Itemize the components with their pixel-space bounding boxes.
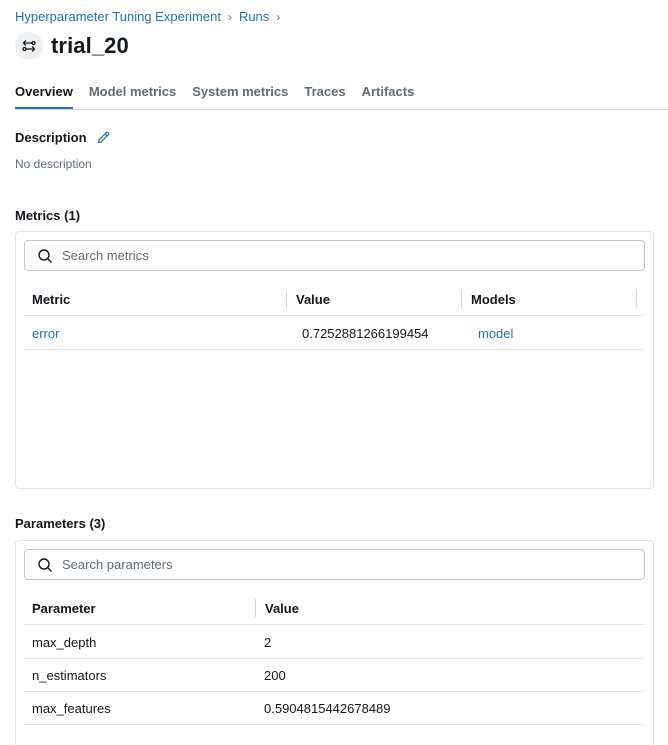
breadcrumb-experiment-link[interactable]: Hyperparameter Tuning Experiment — [15, 9, 221, 24]
model-link[interactable]: model — [470, 317, 513, 350]
table-row: error 0.7252881266199454 model — [24, 317, 645, 350]
parameters-panel: Parameter Value max_depth 2 n_estimators… — [15, 540, 654, 745]
column-resize-handle[interactable] — [636, 290, 637, 308]
metric-name-link[interactable]: error — [24, 317, 59, 350]
metrics-search-input[interactable] — [62, 248, 582, 263]
metrics-table-header: Metric Value Models — [24, 282, 645, 316]
parameters-heading: Parameters (3) — [15, 516, 106, 531]
description-label: Description — [15, 130, 87, 145]
metric-value: 0.7252881266199454 — [302, 326, 429, 341]
parameter-value: 2 — [264, 635, 272, 650]
page-header: trial_20 — [15, 32, 129, 60]
parameter-name: n_estimators — [32, 668, 107, 683]
metrics-heading: Metrics (1) — [15, 208, 81, 223]
tab-artifacts[interactable]: Artifacts — [362, 84, 415, 109]
search-icon — [37, 248, 53, 264]
parameter-name: max_depth — [32, 635, 97, 650]
column-header-metric[interactable]: Metric — [24, 282, 70, 316]
tab-model-metrics[interactable]: Model metrics — [89, 84, 176, 109]
parameters-search-box[interactable] — [24, 549, 645, 580]
table-row: n_estimators 200 — [24, 659, 645, 692]
tab-traces[interactable]: Traces — [304, 84, 345, 109]
description-text: No description — [15, 157, 92, 171]
breadcrumb-runs-link[interactable]: Runs — [239, 9, 269, 24]
column-header-parameter[interactable]: Parameter — [24, 591, 96, 625]
tab-system-metrics[interactable]: System metrics — [192, 84, 288, 109]
tab-bar: Overview Model metrics System metrics Tr… — [15, 84, 668, 110]
search-icon — [37, 557, 53, 573]
column-header-value[interactable]: Value — [286, 290, 330, 308]
run-swap-icon — [15, 32, 43, 60]
column-header-value[interactable]: Value — [255, 599, 299, 617]
metrics-panel: Metric Value Models error 0.725288126619… — [15, 231, 654, 489]
parameter-value: 200 — [264, 668, 286, 683]
column-header-models[interactable]: Models — [461, 290, 516, 308]
breadcrumb: Hyperparameter Tuning Experiment › Runs … — [15, 9, 287, 24]
chevron-right-icon: › — [276, 9, 281, 24]
page-title: trial_20 — [51, 33, 129, 58]
description-heading: Description — [15, 130, 111, 145]
parameters-table-header: Parameter Value — [24, 591, 645, 625]
parameter-value: 0.5904815442678489 — [264, 701, 391, 716]
table-row: max_features 0.5904815442678489 — [24, 692, 645, 725]
metrics-search-box[interactable] — [24, 240, 645, 271]
table-row: max_depth 2 — [24, 626, 645, 659]
parameter-name: max_features — [32, 701, 111, 716]
pencil-icon[interactable] — [96, 130, 111, 145]
parameters-search-input[interactable] — [62, 557, 582, 572]
chevron-right-icon: › — [227, 9, 232, 24]
tab-overview[interactable]: Overview — [15, 84, 73, 109]
